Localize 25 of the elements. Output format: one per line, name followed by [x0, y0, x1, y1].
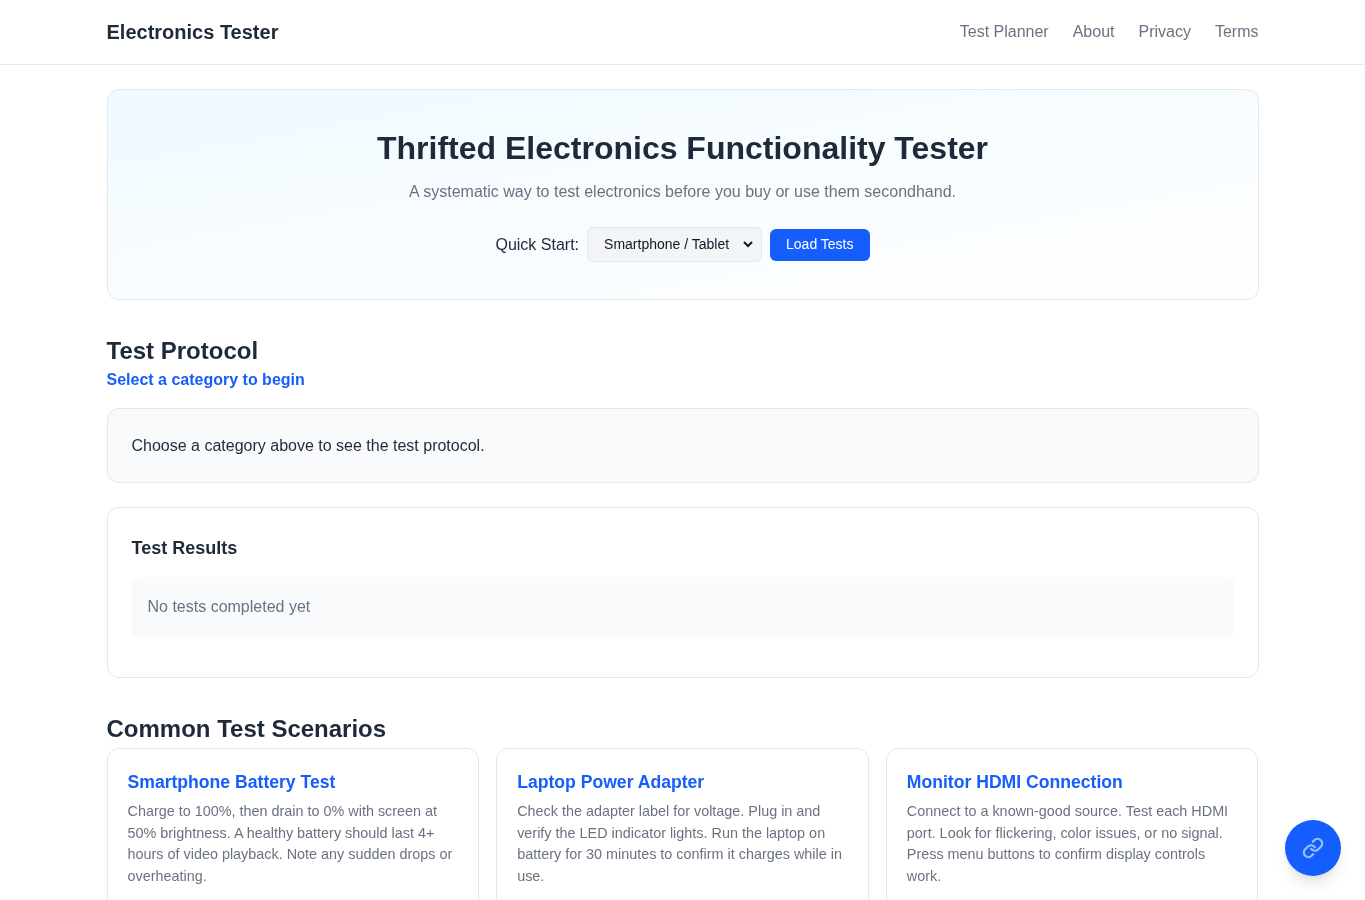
link-icon [1302, 837, 1324, 859]
scenario-title: Smartphone Battery Test [127, 771, 337, 793]
nav-link[interactable]: Privacy [1138, 20, 1191, 44]
site-title[interactable]: Electronics Tester [106, 17, 279, 47]
results-heading: Test Results [131, 537, 239, 560]
hero-title: Thrifted Electronics Functionality Tester [376, 129, 989, 168]
caret-icon [743, 241, 754, 248]
nav-link[interactable]: About [1072, 20, 1115, 44]
hero-subtitle: A systematic way to test electronics before you buy or use them secondhand. [409, 182, 956, 202]
scenario-title: Laptop Power Adapter [517, 771, 706, 793]
quick-start-label: Quick Start: [495, 234, 580, 255]
load-tests-button[interactable]: Load Tests [770, 228, 870, 261]
empty-message: No tests completed yet [147, 597, 311, 617]
section-heading: Common Test Scenarios [106, 714, 388, 744]
link-fab-button[interactable] [1285, 820, 1341, 876]
scenario-description: Check the adapter label for voltage. Plug in and verify the LED indicator lights. Run the laptop on battery for 30 minutes to confirm it charges while in use. [517, 802, 843, 886]
protocol-message: Choose a category above to see the test protocol. [131, 435, 485, 456]
scenario-description: Connect to a known-good source. Test each HDMI port. Look for flickering, color issues, or no signal. Press menu buttons to confirm display controls work. [906, 802, 1230, 886]
scenario-title: Monitor HDMI Connection [906, 771, 1124, 793]
section-heading: Test Protocol [106, 336, 260, 366]
nav-link[interactable]: Terms [1214, 20, 1259, 44]
scenario-description: Charge to 100%, then drain to 0% with screen at 50% brightness. A healthy battery should last 4+ hours of video playback. Note any sudden drops or overheating. [127, 802, 454, 886]
status-text: Select a category to begin [106, 370, 306, 390]
nav-link[interactable]: Test Planner [959, 20, 1049, 44]
category-dropdown[interactable]: Smartphone / Tablet [587, 227, 763, 262]
